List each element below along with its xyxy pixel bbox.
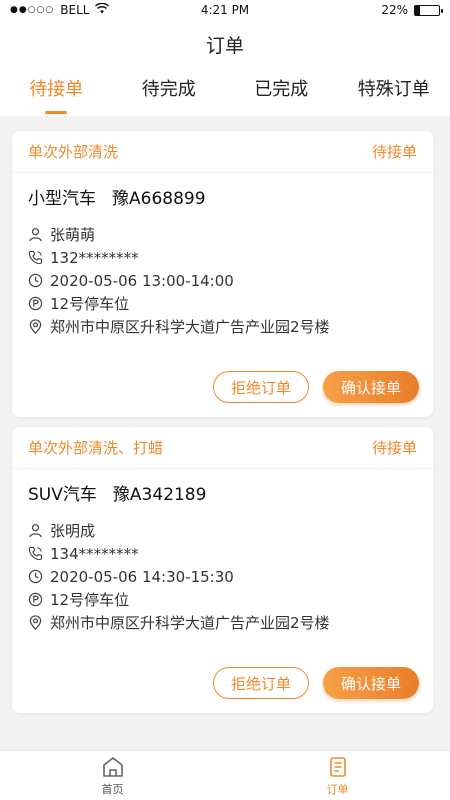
phone-row[interactable]: 132******** (28, 246, 417, 269)
order-status: 待接单 (371, 439, 417, 457)
battery-fill (415, 5, 421, 15)
signal-icon: ●●○○○ (10, 5, 55, 15)
customer-name-row: 张萌萌 (28, 223, 417, 246)
order-list-icon (329, 756, 346, 777)
user-icon (29, 228, 42, 242)
phone-icon (28, 250, 43, 265)
plate-number: 豫A342189 (112, 485, 207, 505)
tab-pending-accept[interactable]: 待接单 (0, 68, 113, 116)
location-icon (29, 319, 42, 334)
status-bar: ●●○○○ BELL 4:21 PM 22% (0, 0, 450, 20)
phone-number: 134******** (50, 544, 139, 563)
vehicle-line: 小型汽车 豫A668899 (28, 187, 417, 211)
order-card-body: SUV汽车 豫A342189 张明成 134******** 2020-05-06… (12, 469, 433, 634)
accept-order-button[interactable]: 确认接单 (323, 371, 419, 403)
tabbar-home[interactable]: 首页 (0, 751, 225, 800)
service-name: 单次外部清洗 (28, 143, 119, 161)
tabbar-orders-label: 订单 (326, 782, 349, 796)
order-actions: 拒绝订单 确认接单 (213, 667, 419, 699)
vehicle-type: SUV汽车 (28, 485, 97, 505)
user-icon (29, 524, 42, 538)
bottom-tab-bar: 首页 订单 (0, 750, 450, 800)
service-name: 单次外部清洗、打蜡 (28, 439, 164, 457)
address: 郑州市中原区升科学大道广告产业园2号楼 (50, 614, 330, 632)
plate-number: 豫A668899 (112, 189, 206, 209)
parking-row: 12号停车位 (28, 588, 417, 611)
clock-icon (28, 273, 43, 288)
battery-icon (414, 4, 443, 16)
reject-order-button[interactable]: 拒绝订单 (213, 371, 309, 403)
order-status: 待接单 (371, 143, 417, 161)
tab-special-orders[interactable]: 特殊订单 (338, 68, 450, 116)
nav-bar: 订单 (0, 20, 450, 68)
customer-name-row: 张明成 (28, 519, 417, 542)
battery-percent: 22% (381, 3, 408, 17)
order-card-body: 小型汽车 豫A668899 张萌萌 132******** 2020-05-06 … (12, 173, 433, 338)
phone-row[interactable]: 134******** (28, 542, 417, 565)
parking-spot: 12号停车位 (50, 591, 130, 609)
order-tabs: 待接单 待完成 已完成 特殊订单 (0, 68, 450, 116)
customer-name: 张萌萌 (50, 226, 96, 244)
status-right: 22% (381, 3, 443, 17)
service-datetime: 2020-05-06 14:30-15:30 (50, 567, 234, 586)
tabbar-orders[interactable]: 订单 (225, 751, 450, 800)
accept-order-button[interactable]: 确认接单 (323, 667, 419, 699)
order-card-header: 单次外部清洗、打蜡 待接单 (12, 427, 433, 469)
phone-number: 132******** (50, 248, 139, 267)
address-row: 郑州市中原区升科学大道广告产业园2号楼 (28, 315, 417, 338)
home-icon (102, 756, 123, 777)
service-datetime: 2020-05-06 13:00-14:00 (50, 271, 234, 290)
location-icon (29, 615, 42, 630)
reject-order-button[interactable]: 拒绝订单 (213, 667, 309, 699)
address-row: 郑州市中原区升科学大道广告产业园2号楼 (28, 611, 417, 634)
phone-icon (28, 546, 43, 561)
time-row: 2020-05-06 13:00-14:00 (28, 269, 417, 292)
time-row: 2020-05-06 14:30-15:30 (28, 565, 417, 588)
order-card-header: 单次外部清洗 待接单 (12, 131, 433, 173)
customer-name: 张明成 (50, 522, 96, 540)
vehicle-line: SUV汽车 豫A342189 (28, 483, 417, 507)
vehicle-type: 小型汽车 (28, 189, 96, 209)
wifi-icon (95, 2, 110, 17)
clock-icon (28, 569, 43, 584)
parking-spot: 12号停车位 (50, 295, 130, 313)
parking-row: 12号停车位 (28, 292, 417, 315)
parking-icon (28, 296, 43, 311)
address: 郑州市中原区升科学大道广告产业园2号楼 (50, 318, 330, 336)
tabbar-home-label: 首页 (101, 782, 124, 796)
tab-pending-complete[interactable]: 待完成 (113, 68, 226, 116)
parking-icon (28, 592, 43, 607)
status-left: ●●○○○ BELL (10, 2, 110, 17)
order-actions: 拒绝订单 确认接单 (213, 371, 419, 403)
page-title: 订单 (205, 34, 244, 57)
carrier-label: BELL (60, 3, 90, 17)
order-card[interactable]: 单次外部清洗 待接单 小型汽车 豫A668899 张萌萌 132******** … (12, 131, 433, 417)
tab-completed[interactable]: 已完成 (225, 68, 338, 116)
order-card[interactable]: 单次外部清洗、打蜡 待接单 SUV汽车 豫A342189 张明成 134*****… (12, 427, 433, 713)
